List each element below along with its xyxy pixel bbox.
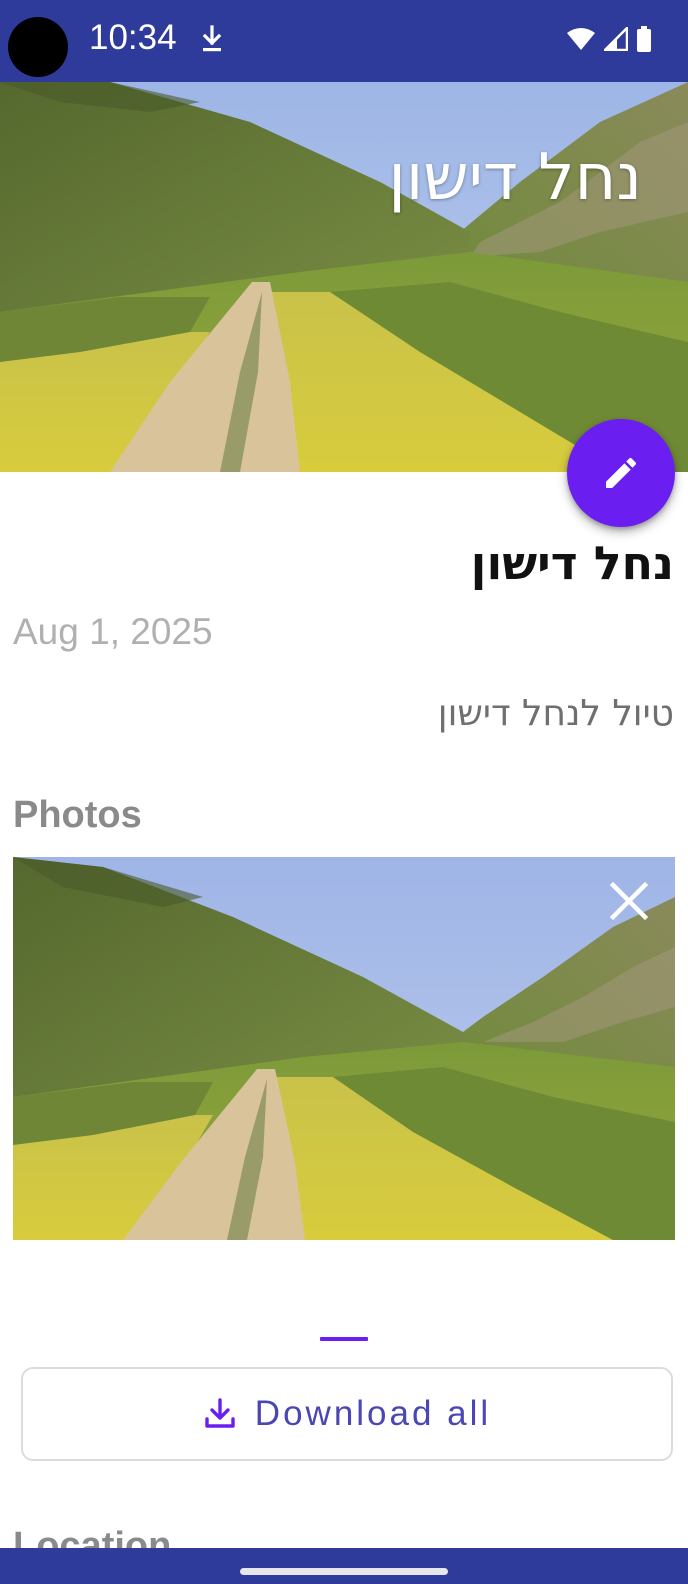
photo-carousel-item[interactable] bbox=[13, 857, 675, 1240]
photos-heading: Photos bbox=[13, 794, 142, 836]
camera-cutout bbox=[8, 17, 68, 77]
status-icons bbox=[566, 24, 652, 54]
edit-fab-button[interactable] bbox=[567, 419, 675, 527]
battery-icon bbox=[637, 26, 651, 52]
hero-title: נחל דישון bbox=[388, 141, 642, 215]
home-gesture-handle[interactable] bbox=[240, 1568, 448, 1575]
trip-description: טיול לנחל דישון bbox=[437, 693, 674, 734]
download-all-button[interactable]: Download all bbox=[21, 1367, 673, 1461]
navigation-bar bbox=[0, 1548, 688, 1584]
close-icon[interactable] bbox=[607, 879, 651, 923]
status-time: 10:34 bbox=[89, 18, 177, 57]
carousel-page-indicator bbox=[320, 1337, 368, 1341]
trip-date: Aug 1, 2025 bbox=[13, 611, 213, 652]
download-all-label: Download all bbox=[254, 1394, 492, 1433]
download-indicator-icon bbox=[202, 25, 222, 52]
cellular-signal-icon bbox=[604, 27, 628, 51]
hero-image: נחל דישון bbox=[0, 82, 688, 472]
trip-title: נחל דישון bbox=[470, 536, 674, 590]
download-icon bbox=[205, 1398, 235, 1428]
pencil-icon bbox=[606, 457, 637, 488]
wifi-icon bbox=[567, 28, 595, 50]
status-bar: 10:34 bbox=[0, 0, 688, 82]
